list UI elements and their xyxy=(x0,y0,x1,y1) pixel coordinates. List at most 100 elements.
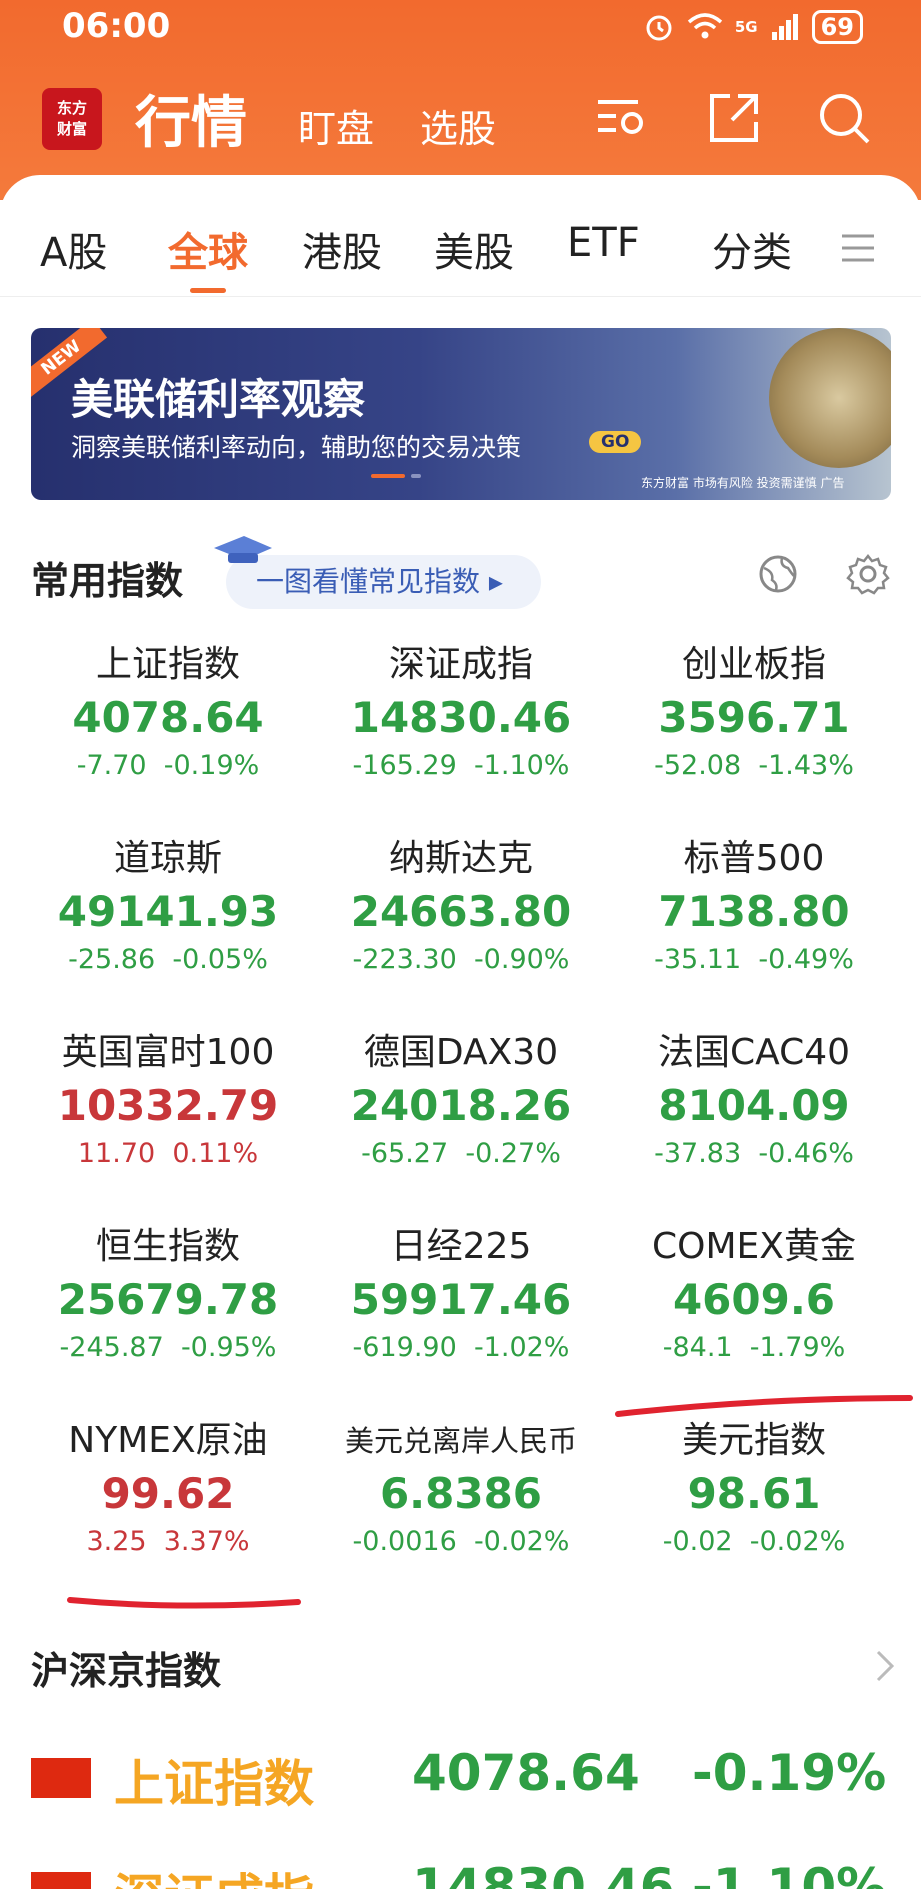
index-card[interactable]: COMEX黄金 4609.6 -84.1 -1.79% xyxy=(604,1222,904,1368)
index-guide-label: 一图看懂常见指数 xyxy=(256,565,481,598)
index-change-pct: -0.90% xyxy=(473,944,570,975)
index-change-value: -165.29 xyxy=(352,750,457,781)
active-tab-indicator xyxy=(190,288,226,293)
index-change: -245.87 -0.95% xyxy=(18,1328,318,1368)
index-change-pct: -0.19% xyxy=(163,750,260,781)
chevron-right-icon[interactable] xyxy=(872,1646,898,1686)
index-name: 日经225 xyxy=(390,1226,532,1267)
fed-seal-image xyxy=(769,328,891,468)
index-change-pct: 0.11% xyxy=(172,1138,259,1169)
status-icons: 5G 69 xyxy=(643,10,863,44)
index-name: COMEX黄金 xyxy=(652,1226,856,1267)
market-tabs: A股 全球 港股 美股 ETF 分类 xyxy=(0,220,921,300)
index-card[interactable]: 纳斯达克 24663.80 -223.30 -0.90% xyxy=(311,834,611,980)
index-name: 恒生指数 xyxy=(95,1226,240,1267)
index-change-value: -619.90 xyxy=(352,1332,457,1363)
logo-line-2: 财富 xyxy=(56,120,87,138)
index-price: 14830.46 xyxy=(350,693,572,742)
promo-banner[interactable]: NEW 美联储利率观察 洞察美联储利率动向，辅助您的交易决策 GO 东方财富 市… xyxy=(31,328,891,500)
index-price: 10332.79 xyxy=(57,1081,279,1130)
index-change-value: -52.08 xyxy=(654,750,742,781)
index-name: 创业板指 xyxy=(681,644,826,685)
network-label: 5G xyxy=(734,18,758,36)
hs-row-name[interactable]: 上证指数 xyxy=(114,1744,314,1816)
index-card[interactable]: 法国CAC40 8104.09 -37.83 -0.46% xyxy=(604,1028,904,1174)
index-change-pct: -0.95% xyxy=(180,1332,277,1363)
index-card[interactable]: 深证成指 14830.46 -165.29 -1.10% xyxy=(311,640,611,786)
nav-stock-picker[interactable]: 选股 xyxy=(420,98,496,153)
index-change-value: 11.70 xyxy=(77,1138,156,1169)
banner-page-dot-active xyxy=(371,474,405,478)
index-card[interactable]: 上证指数 4078.64 -7.70 -0.19% xyxy=(18,640,318,786)
index-change-value: -65.27 xyxy=(361,1138,449,1169)
index-price: 24663.80 xyxy=(350,887,572,936)
tab-divider xyxy=(0,296,921,297)
index-price: 4609.6 xyxy=(672,1275,836,1324)
index-change: -25.86 -0.05% xyxy=(18,940,318,980)
share-icon[interactable] xyxy=(704,88,764,148)
hs-row-name[interactable]: 深证成指 xyxy=(114,1858,314,1889)
index-price: 3596.71 xyxy=(658,693,850,742)
index-change: -37.83 -0.46% xyxy=(604,1134,904,1174)
index-card[interactable]: 恒生指数 25679.78 -245.87 -0.95% xyxy=(18,1222,318,1368)
banner-go-button[interactable]: GO xyxy=(589,431,642,453)
index-change-value: -25.86 xyxy=(68,944,156,975)
china-flag-icon xyxy=(31,1872,91,1889)
tab-a-shares[interactable]: A股 xyxy=(40,220,107,278)
app-logo[interactable]: 东方 财富 xyxy=(42,88,102,150)
index-name: 纳斯达克 xyxy=(388,838,533,879)
status-time: 06:00 xyxy=(62,6,171,46)
page-title[interactable]: 行情 xyxy=(135,78,247,159)
tab-etf[interactable]: ETF xyxy=(567,220,640,266)
index-change: -165.29 -1.10% xyxy=(311,746,611,786)
index-change: -223.30 -0.90% xyxy=(311,940,611,980)
index-name: 上证指数 xyxy=(95,644,240,685)
hs-row-price: 4078.64 xyxy=(412,1744,640,1802)
tab-global[interactable]: 全球 xyxy=(168,220,248,278)
index-price: 24018.26 xyxy=(350,1081,572,1130)
index-change-value: -84.1 xyxy=(662,1332,733,1363)
top-nav: 东方 财富 行情 盯盘 选股 xyxy=(0,78,921,158)
section-title-common-indices: 常用指数 xyxy=(31,559,184,603)
index-change-pct: -1.10% xyxy=(473,750,570,781)
tab-category[interactable]: 分类 xyxy=(712,220,792,278)
index-card[interactable]: 创业板指 3596.71 -52.08 -1.43% xyxy=(604,640,904,786)
index-change-value: -223.30 xyxy=(352,944,457,975)
hs-row-pct: -0.19% xyxy=(692,1744,887,1802)
globe-icon[interactable] xyxy=(756,552,800,596)
index-change-value: -7.70 xyxy=(76,750,147,781)
index-card[interactable]: 标普500 7138.80 -35.11 -0.49% xyxy=(604,834,904,980)
index-card[interactable]: 日经225 59917.46 -619.90 -1.02% xyxy=(311,1222,611,1368)
tab-hk[interactable]: 港股 xyxy=(302,220,382,278)
nav-watch[interactable]: 盯盘 xyxy=(298,98,374,153)
index-change: -7.70 -0.19% xyxy=(18,746,318,786)
index-card[interactable]: 英国富时100 10332.79 11.70 0.11% xyxy=(18,1028,318,1174)
index-change-pct: -1.02% xyxy=(473,1332,570,1363)
index-name: 英国富时100 xyxy=(61,1032,275,1073)
index-change-value: -37.83 xyxy=(654,1138,742,1169)
index-change: -52.08 -1.43% xyxy=(604,746,904,786)
menu-icon[interactable] xyxy=(840,228,876,268)
index-card[interactable]: 道琼斯 49141.93 -25.86 -0.05% xyxy=(18,834,318,980)
hs-row-price: 14830.46 xyxy=(412,1858,675,1889)
filter-settings-icon[interactable] xyxy=(592,88,652,148)
banner-title: 美联储利率观察 xyxy=(71,375,366,424)
index-price: 8104.09 xyxy=(658,1081,850,1130)
index-card[interactable]: 德国DAX30 24018.26 -65.27 -0.27% xyxy=(311,1028,611,1174)
index-name: 标普500 xyxy=(683,838,825,879)
index-price: 7138.80 xyxy=(658,887,850,936)
settings-gear-icon[interactable] xyxy=(846,552,890,596)
index-name: 道琼斯 xyxy=(113,838,222,879)
search-icon[interactable] xyxy=(814,88,874,148)
index-change-pct: -0.05% xyxy=(172,944,268,975)
tab-us[interactable]: 美股 xyxy=(434,220,514,278)
